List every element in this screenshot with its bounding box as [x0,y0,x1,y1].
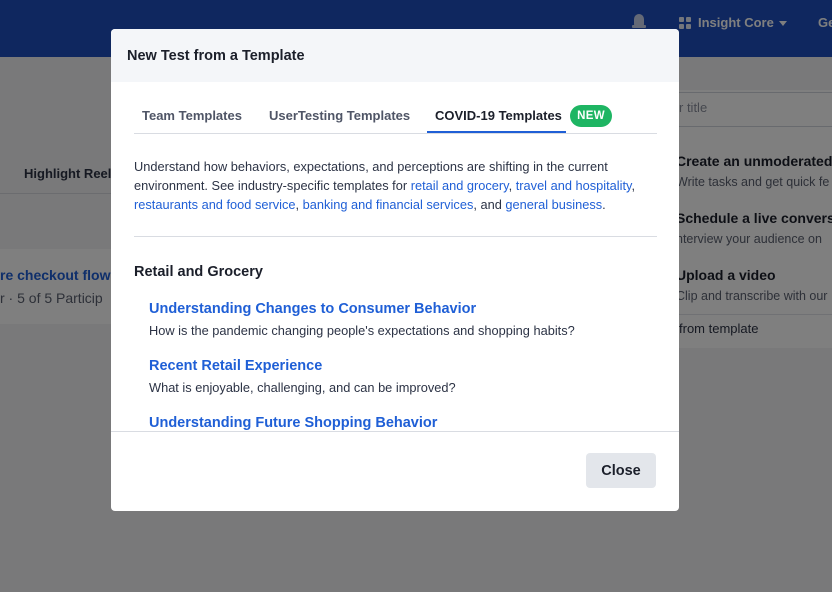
intro-separator: , [295,197,303,212]
link-restaurants-and-food-service[interactable]: restaurants and food service [134,197,295,212]
footer-divider [111,431,679,432]
active-tab-indicator [427,131,566,133]
intro-separator: , [631,178,636,193]
modal-header: New Test from a Template [111,29,679,82]
template-modal: New Test from a Template Team Templates … [111,29,679,511]
link-travel-and-hospitality[interactable]: travel and hospitality [516,178,632,193]
tab-team-templates[interactable]: Team Templates [142,108,242,123]
modal-title: New Test from a Template [127,48,305,64]
link-retail-and-grocery[interactable]: retail and grocery [411,178,509,193]
tab-covid-19-templates[interactable]: COVID-19 Templates [435,108,562,123]
close-button[interactable]: Close [586,453,656,488]
divider [134,236,657,237]
template-title-future-shopping[interactable]: Understanding Future Shopping Behavior [149,415,437,431]
link-general-business[interactable]: general business [505,197,602,212]
intro-end: . [602,197,606,212]
template-title-recent-retail[interactable]: Recent Retail Experience [149,358,322,374]
template-desc-recent-retail: What is enjoyable, challenging, and can … [149,380,456,395]
template-desc-consumer-behavior: How is the pandemic changing people's ex… [149,323,575,338]
intro-paragraph: Understand how behaviors, expectations, … [134,157,654,214]
tab-usertesting-templates[interactable]: UserTesting Templates [269,108,410,123]
section-title-retail-grocery: Retail and Grocery [134,264,263,280]
intro-separator: , and [473,197,506,212]
link-banking-and-financial-services[interactable]: banking and financial services [303,197,474,212]
new-badge: NEW [570,105,612,127]
intro-separator: , [508,178,516,193]
template-title-consumer-behavior[interactable]: Understanding Changes to Consumer Behavi… [149,301,476,317]
